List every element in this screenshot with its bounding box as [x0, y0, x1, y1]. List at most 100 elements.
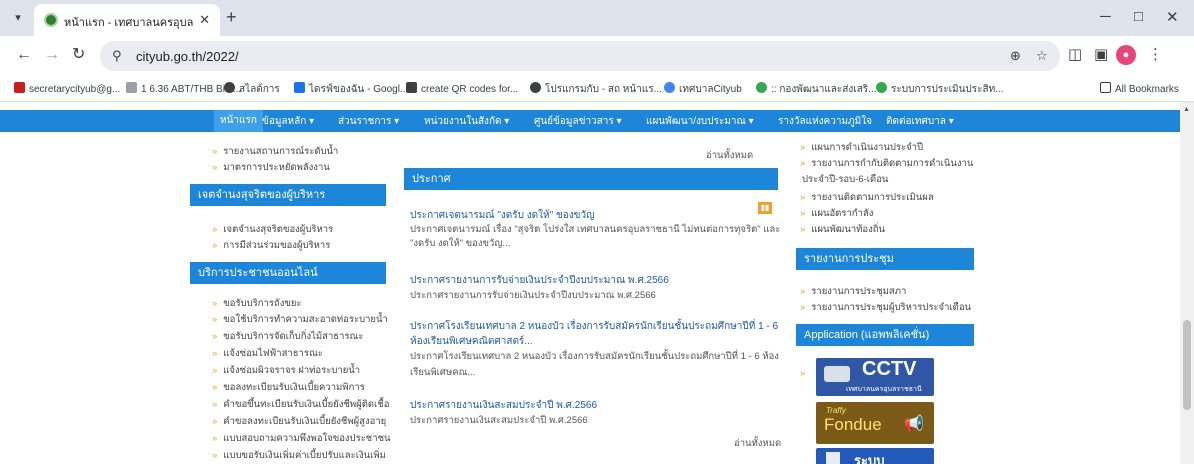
reload-icon[interactable]: ↻: [72, 47, 85, 63]
link-label: แผนการดำเนินงานประจำปี: [811, 142, 924, 153]
list-item[interactable]: » แบบสอบถามความพึงพอใจของประชาชน: [212, 431, 391, 446]
main-nav: หน้าแรก ข้อมูลหลัก ▾ ส่วนราชการ ▾ หน่วยง…: [0, 110, 1180, 132]
system-banner[interactable]: ระบบ: [816, 448, 934, 464]
tab-search-icon[interactable]: ▾: [8, 9, 28, 27]
bullet-icon: »: [800, 208, 806, 219]
online-services-header: บริการประชาชนออนไลน์: [190, 262, 386, 284]
nav-awards[interactable]: รางวัลแห่งความภูมิใจ: [778, 114, 872, 129]
gmail-icon: [14, 82, 25, 93]
bookmark-item[interactable]: create QR codes for...: [406, 82, 518, 95]
read-all-link[interactable]: อ่านทั้งหมด: [706, 148, 753, 163]
bookmark-item[interactable]: secretarycityub@g...: [14, 82, 120, 95]
list-item[interactable]: » แผนพัฒนาท้องถิ่น: [800, 222, 885, 237]
list-item[interactable]: » รายงานสถานการณ์ระดับน้ำ: [212, 144, 338, 159]
browser-tab[interactable]: หน้าแรก - เทศบาลนครอุบลราชธานี ✕: [34, 4, 220, 36]
bullet-icon: »: [212, 399, 218, 410]
bookmark-item[interactable]: สไลด์การ: [224, 82, 280, 97]
new-tab-icon[interactable]: +: [226, 8, 237, 26]
list-item[interactable]: » แผนการดำเนินงานประจำปี: [800, 140, 923, 155]
nav-plans-budget[interactable]: แผนพัฒนา/งบประมาณ ▾: [646, 114, 754, 129]
sidepanel-icon[interactable]: ▣: [1094, 47, 1108, 63]
minimize-icon[interactable]: ─: [1100, 8, 1111, 25]
announcement-title[interactable]: ประกาศโรงเรียนเทศบาล 2 หนองบัว เรื่องการ…: [410, 319, 778, 334]
announcement-desc: ประกาศรายงานการรับจ่ายเงินประจำปีงบประมา…: [410, 290, 656, 301]
back-icon[interactable]: ←: [16, 47, 32, 63]
bullet-icon: »: [800, 192, 806, 203]
list-item[interactable]: » ขอรับบริการจัดเก็บกิ่งไม้สาธารณะ: [212, 329, 363, 344]
nav-departments[interactable]: ส่วนราชการ ▾: [338, 114, 399, 129]
bookmark-item[interactable]: เทศบาลCityub: [664, 82, 742, 97]
read-all-link[interactable]: อ่านทั้งหมด: [734, 436, 781, 451]
list-item[interactable]: » แจ้งซ่อมไฟฟ้าสาธารณะ: [212, 346, 323, 361]
menu-icon[interactable]: ⋮: [1148, 47, 1163, 63]
globe-icon: [530, 82, 541, 93]
bullet-icon: »: [212, 224, 218, 235]
list-item[interactable]: » รายงานการประชุมสภา: [800, 284, 906, 299]
nav-contact[interactable]: ติดต่อเทศบาล ▾: [886, 114, 954, 129]
bullet-icon: »: [212, 240, 218, 251]
link-label: เจตจำนงสุจริตของผู้บริหาร: [223, 224, 334, 235]
cctv-label: CCTV: [862, 358, 917, 380]
zoom-icon[interactable]: ⊕: [1010, 48, 1021, 64]
address-bar[interactable]: ⚲ cityub.go.th/2022/ ⊕ ☆: [100, 41, 1060, 71]
list-item[interactable]: » มาตรการประหยัดพลังงาน: [212, 160, 330, 175]
scroll-up-icon[interactable]: ▲: [1183, 106, 1190, 113]
bullet-icon: »: [212, 162, 218, 173]
bookmark-item[interactable]: :: กองพัฒนาและส่งเสริ...: [756, 82, 877, 97]
close-window-icon[interactable]: ✕: [1166, 8, 1179, 26]
list-item[interactable]: » การมีส่วนร่วมของผู้บริหาร: [212, 238, 330, 253]
close-tab-icon[interactable]: ✕: [199, 12, 210, 28]
announcement-title[interactable]: ประกาศรายงานเงินสะสมประจำปี พ.ศ.2566: [410, 398, 597, 413]
cctv-banner[interactable]: CCTV เทศบาลนครอุบลราชธานี: [816, 358, 934, 396]
bullet-icon: »: [800, 286, 806, 297]
site-icon: [876, 82, 887, 93]
announcement-desc: "งดรับ งดให้" ของขวัญ...: [410, 238, 511, 249]
bullet-icon: »: [212, 348, 218, 359]
link-label: รายงานการประชุมผู้บริหารประจำเดือน: [811, 302, 972, 313]
list-item[interactable]: » ขอลงทะเบียนรับเงินเบี้ยความพิการ: [212, 380, 365, 395]
forward-icon[interactable]: →: [44, 47, 60, 63]
announcement-title[interactable]: ประกาศรายงานการรับจ่ายเงินประจำปีงบประมา…: [410, 273, 669, 288]
site-info-icon[interactable]: ⚲: [112, 48, 122, 64]
tab-strip: ▾ หน้าแรก - เทศบาลนครอุบลราชธานี ✕ + ─ □…: [0, 0, 1194, 36]
list-item[interactable]: » รายงานการประชุมผู้บริหารประจำเดือน: [800, 300, 971, 315]
list-item[interactable]: » คำขอลงทะเบียนรับเงินเบี้ยยังชีพผู้สูงอา…: [212, 414, 386, 429]
all-bookmarks[interactable]: All Bookmarks: [1100, 82, 1179, 95]
maximize-icon[interactable]: □: [1134, 8, 1143, 25]
url-text[interactable]: cityub.go.th/2022/: [136, 49, 239, 64]
bullet-icon: »: [212, 416, 218, 427]
page-scrollbar[interactable]: ▲: [1180, 102, 1194, 464]
list-item[interactable]: » แผนอัตรากำลัง: [800, 206, 873, 221]
nav-main-info[interactable]: ข้อมูลหลัก ▾: [262, 114, 314, 129]
announcement-title[interactable]: ประกาศเจตนารมณ์ "งดรับ งดให้" ของขวัญ: [410, 208, 595, 223]
list-item[interactable]: » รายงานการกำกับติดตามการดำเนินงาน: [800, 156, 973, 171]
google-drive-icon: [294, 82, 305, 93]
bookmark-item[interactable]: โปรแกรมกับ - สถ หน้าแร...: [530, 82, 662, 97]
scroll-thumb[interactable]: [1183, 320, 1191, 410]
list-item[interactable]: » แจ้งซ่อมผิวจราจร ฝาท่อระบายน้ำ: [212, 363, 360, 378]
list-item-cont[interactable]: ประจำปี-รอบ-6-เดือน: [802, 172, 888, 187]
list-item[interactable]: » เจตจำนงสุจริตของผู้บริหาร: [212, 222, 333, 237]
nav-info-center[interactable]: ศูนย์ข้อมูลข่าวสาร ▾: [534, 114, 622, 129]
bullet-icon: »: [212, 450, 218, 461]
list-item[interactable]: » คำขอขึ้นทะเบียนรับเงินเบี้ยยังชีพผู้ติด…: [212, 397, 389, 412]
list-item[interactable]: » ขอรับบริการถังขยะ: [212, 296, 302, 311]
profile-avatar[interactable]: ●: [1116, 45, 1136, 65]
list-item[interactable]: » รายงานติดตามการประเมินผล: [800, 190, 934, 205]
bookmark-label: secretarycityub@g...: [29, 84, 121, 95]
nav-affiliated-units[interactable]: หน่วยงานในสังกัด ▾: [424, 114, 509, 129]
nav-home[interactable]: หน้าแรก: [214, 110, 263, 132]
site-icon: [756, 82, 767, 93]
link-label: ขอรับบริการจัดเก็บกิ่งไม้สาธารณะ: [223, 331, 364, 342]
announcement-title-cont[interactable]: ห้องเรียนพิเศษคณิตศาสตร์...: [410, 334, 533, 349]
extensions-icon[interactable]: ◫: [1068, 47, 1082, 63]
bookmark-item[interactable]: ระบบการประเมินประสิท...: [876, 82, 1004, 97]
meeting-header: รายงานการประชุม: [796, 248, 974, 270]
bookmark-item[interactable]: ไดรฟ์ของฉัน - Googl...: [294, 82, 408, 97]
list-item[interactable]: » แบบขอรับเงินเพิ่มค่าเบี้ยปรับและเงินเพิ…: [212, 448, 386, 463]
bookmark-label: :: กองพัฒนาและส่งเสริ...: [771, 84, 877, 95]
integrity-header: เจตจำนงสุจริตของผู้บริหาร: [190, 184, 386, 206]
bookmark-star-icon[interactable]: ☆: [1036, 48, 1048, 64]
list-item[interactable]: » ขอใช้บริการทำความสะอาดท่อระบายน้ำ: [212, 312, 388, 327]
traffy-fondue-banner[interactable]: Traffy Fondue 📢: [816, 402, 934, 444]
